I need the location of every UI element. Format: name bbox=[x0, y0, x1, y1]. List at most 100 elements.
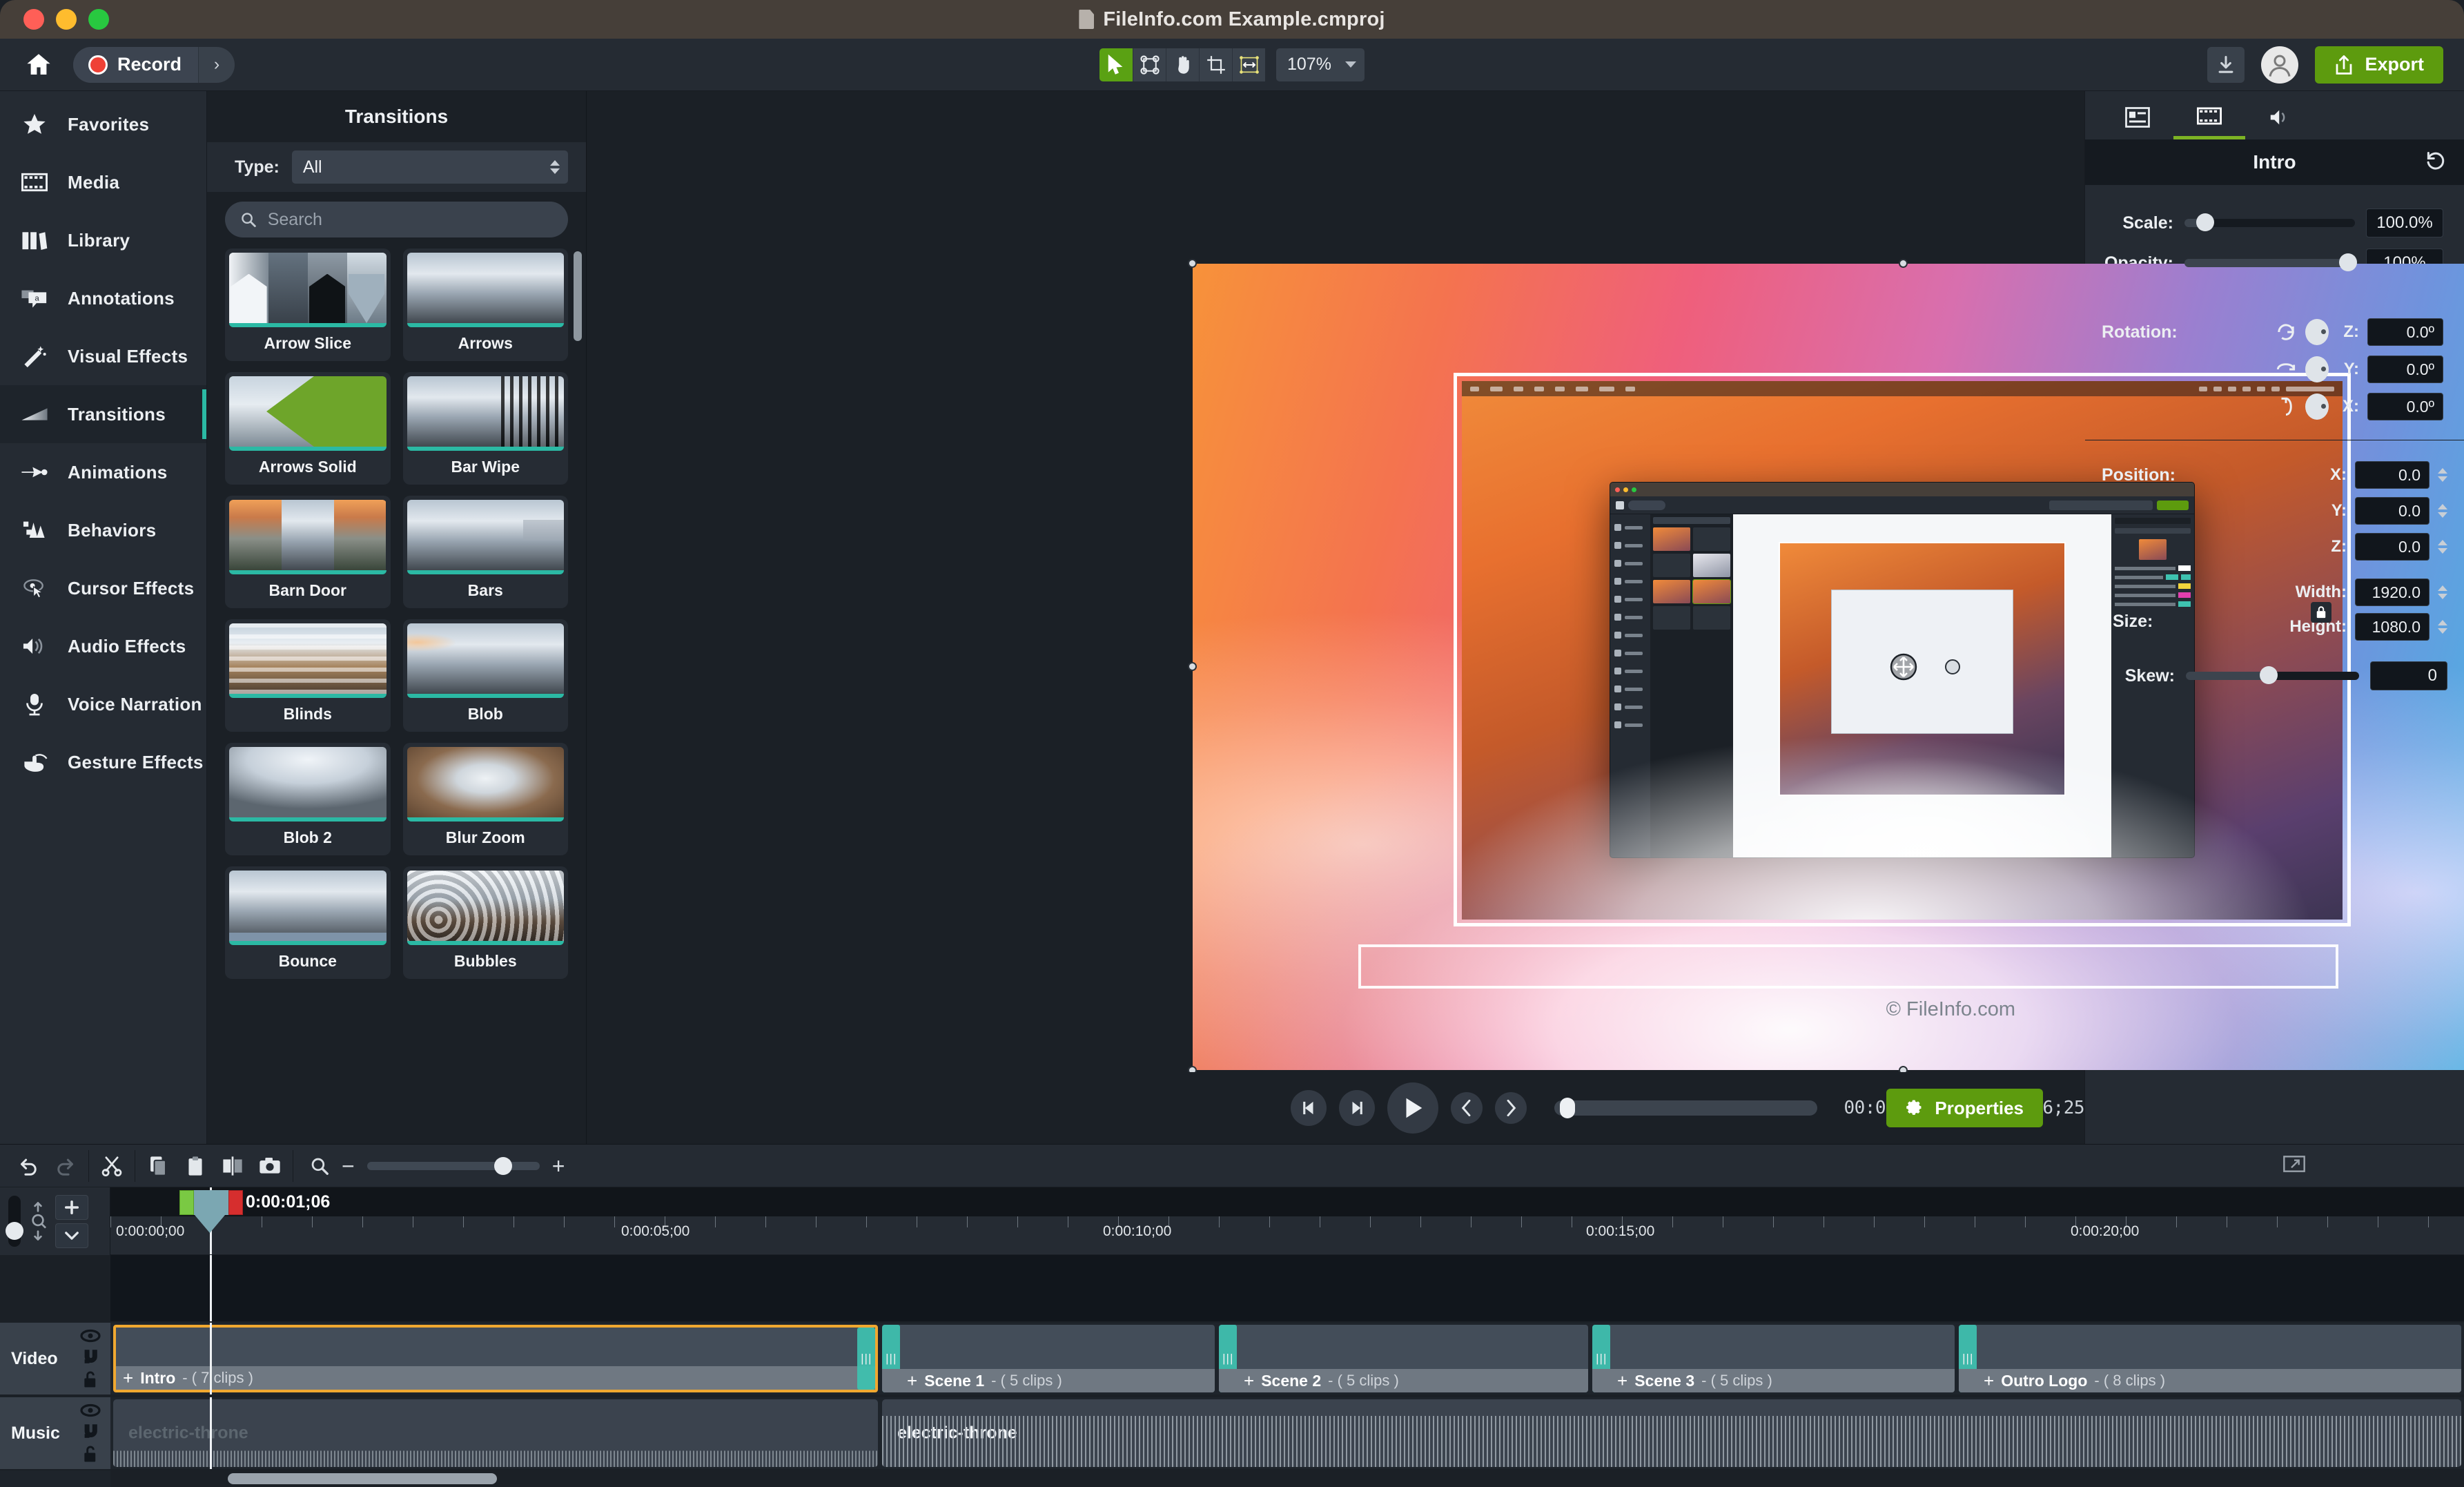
unlock-icon[interactable] bbox=[82, 1370, 99, 1388]
download-button[interactable] bbox=[2207, 46, 2245, 83]
sidebar-item-library[interactable]: Library bbox=[0, 211, 206, 269]
sidebar-item-gesture-effects[interactable]: Gesture Effects bbox=[0, 733, 206, 791]
crop-tool[interactable] bbox=[1199, 48, 1232, 81]
magnet-icon[interactable] bbox=[81, 1422, 100, 1440]
eye-icon[interactable] bbox=[80, 1329, 101, 1343]
home-button[interactable] bbox=[19, 46, 58, 84]
expand-group-icon[interactable]: + bbox=[1244, 1372, 1254, 1390]
play-button[interactable] bbox=[1387, 1082, 1438, 1134]
transitions-grid[interactable]: Arrow Slice Arrows Arrows Solid Bar Wipe bbox=[207, 249, 586, 1144]
minimize-window-button[interactable] bbox=[56, 9, 77, 30]
sidebar-item-voice-narration[interactable]: Voice Narration bbox=[0, 675, 206, 733]
undo-button[interactable] bbox=[10, 1147, 47, 1185]
timeline-ruler[interactable]: 0:00:00;00 0:00:05;00 0:00:10;00 0:00:15… bbox=[110, 1187, 2464, 1255]
scale-value-field[interactable]: 100.0% bbox=[2366, 208, 2443, 237]
zoom-window-button[interactable] bbox=[88, 9, 109, 30]
skew-value-field[interactable]: 0 bbox=[2370, 661, 2447, 690]
magnifier-icon[interactable] bbox=[310, 1156, 329, 1176]
playback-scrubber[interactable] bbox=[1554, 1098, 1818, 1118]
timeline-zoom-knob[interactable] bbox=[493, 1156, 512, 1175]
timeline-lane[interactable]: 0:00:00;00 0:00:05;00 0:00:10;00 0:00:15… bbox=[110, 1187, 2464, 1487]
copy-button[interactable] bbox=[139, 1147, 177, 1185]
position-y-stepper[interactable] bbox=[2438, 504, 2447, 518]
transition-card[interactable]: Blur Zoom bbox=[402, 743, 568, 855]
track-height-icon[interactable] bbox=[28, 1202, 48, 1241]
tab-video-properties[interactable] bbox=[2173, 95, 2245, 139]
collapse-tracks-button[interactable] bbox=[55, 1223, 88, 1248]
transition-card[interactable]: Blob 2 bbox=[225, 743, 391, 855]
transition-card[interactable]: Barn Door bbox=[225, 496, 391, 608]
hand-tool[interactable] bbox=[1166, 48, 1199, 81]
sidebar-item-transitions[interactable]: Transitions bbox=[0, 385, 206, 443]
next-frame-button[interactable] bbox=[1339, 1090, 1375, 1126]
previous-clip-button[interactable] bbox=[1451, 1092, 1483, 1124]
expand-group-icon[interactable]: + bbox=[1617, 1372, 1627, 1390]
transition-card[interactable]: Arrows bbox=[402, 249, 568, 361]
transition-card[interactable]: Arrow Slice bbox=[225, 249, 391, 361]
expand-group-icon[interactable]: + bbox=[907, 1372, 917, 1390]
transition-card[interactable]: Bar Wipe bbox=[402, 372, 568, 485]
canvas-zoom-select[interactable]: 107% bbox=[1276, 48, 1365, 81]
rotation-z-field[interactable]: 0.0º bbox=[2367, 318, 2443, 346]
transform-tool[interactable] bbox=[1232, 48, 1265, 81]
transition-card[interactable]: Bubbles bbox=[402, 866, 568, 979]
width-stepper[interactable] bbox=[2438, 585, 2447, 599]
type-select[interactable]: All bbox=[291, 150, 568, 184]
master-volume-slider[interactable] bbox=[6, 1196, 23, 1247]
playhead-out-marker[interactable] bbox=[228, 1190, 243, 1215]
timeline-clip[interactable]: ||| + Outro Logo - ( 8 clips ) bbox=[1959, 1325, 2461, 1392]
zoom-in-button[interactable]: + bbox=[552, 1155, 565, 1177]
scrollbar-thumb[interactable] bbox=[228, 1473, 497, 1484]
properties-button[interactable]: Properties bbox=[1886, 1089, 2043, 1127]
sidebar-item-visual-effects[interactable]: Visual Effects bbox=[0, 327, 206, 385]
transition-card[interactable]: Arrows Solid bbox=[225, 372, 391, 485]
rotate-z-icon[interactable] bbox=[2275, 321, 2297, 343]
transition-grip[interactable]: ||| bbox=[857, 1328, 875, 1390]
aspect-lock-button[interactable] bbox=[2311, 602, 2331, 623]
playhead-in-marker[interactable] bbox=[179, 1190, 194, 1215]
skew-slider[interactable] bbox=[2186, 666, 2359, 684]
rotate-x-icon[interactable] bbox=[2275, 396, 2297, 418]
tab-audio-properties[interactable] bbox=[2245, 95, 2317, 139]
height-field[interactable]: 1080.0 bbox=[2355, 613, 2429, 641]
reset-properties-button[interactable] bbox=[2425, 150, 2446, 175]
transition-card[interactable]: Blinds bbox=[225, 619, 391, 732]
timeline-clip[interactable]: ||| + Scene 2 - ( 5 clips ) bbox=[1219, 1325, 1588, 1392]
snapshot-button[interactable] bbox=[251, 1147, 289, 1185]
opacity-slider-knob[interactable] bbox=[2339, 253, 2358, 271]
timeline-clip[interactable]: + Intro - ( 7 clips ) ||| bbox=[113, 1325, 878, 1392]
sidebar-item-audio-effects[interactable]: Audio Effects bbox=[0, 617, 206, 675]
timeline-empty-lane[interactable] bbox=[110, 1255, 2464, 1321]
detach-timeline-button[interactable] bbox=[2283, 1155, 2305, 1176]
scrubber-knob[interactable] bbox=[1560, 1098, 1575, 1118]
search-box[interactable] bbox=[225, 202, 568, 237]
position-x-stepper[interactable] bbox=[2438, 468, 2447, 482]
timeline-zoom-slider[interactable] bbox=[366, 1156, 540, 1175]
sidebar-item-annotations[interactable]: a Annotations bbox=[0, 269, 206, 327]
account-avatar[interactable] bbox=[2261, 46, 2299, 84]
zoom-out-button[interactable]: − bbox=[342, 1155, 355, 1177]
expand-group-icon[interactable]: + bbox=[123, 1369, 133, 1387]
previous-frame-button[interactable] bbox=[1291, 1090, 1327, 1126]
record-button[interactable]: Record bbox=[73, 46, 199, 83]
track-row-music[interactable]: electric-throne electric-throne bbox=[110, 1396, 2464, 1470]
track-header-music[interactable]: Music bbox=[0, 1396, 110, 1470]
track-header-video[interactable]: Video bbox=[0, 1321, 110, 1396]
master-volume-knob[interactable] bbox=[6, 1222, 23, 1240]
position-y-field[interactable]: 0.0 bbox=[2355, 497, 2429, 525]
split-button[interactable] bbox=[214, 1147, 251, 1185]
position-z-field[interactable]: 0.0 bbox=[2355, 533, 2429, 561]
tab-media-properties[interactable] bbox=[2102, 95, 2173, 139]
rotation-z-dial[interactable] bbox=[2305, 319, 2329, 345]
next-clip-button[interactable] bbox=[1495, 1092, 1527, 1124]
search-input[interactable] bbox=[267, 209, 553, 230]
height-stepper[interactable] bbox=[2438, 620, 2447, 634]
redo-button[interactable] bbox=[47, 1147, 84, 1185]
paste-button[interactable] bbox=[177, 1147, 214, 1185]
sidebar-item-media[interactable]: Media bbox=[0, 153, 206, 211]
rotation-y-field[interactable]: 0.0º bbox=[2367, 356, 2443, 383]
skew-slider-knob[interactable] bbox=[2260, 666, 2278, 684]
close-window-button[interactable] bbox=[23, 9, 44, 30]
sidebar-item-animations[interactable]: Animations bbox=[0, 443, 206, 501]
sidebar-item-behaviors[interactable]: Behaviors bbox=[0, 501, 206, 559]
